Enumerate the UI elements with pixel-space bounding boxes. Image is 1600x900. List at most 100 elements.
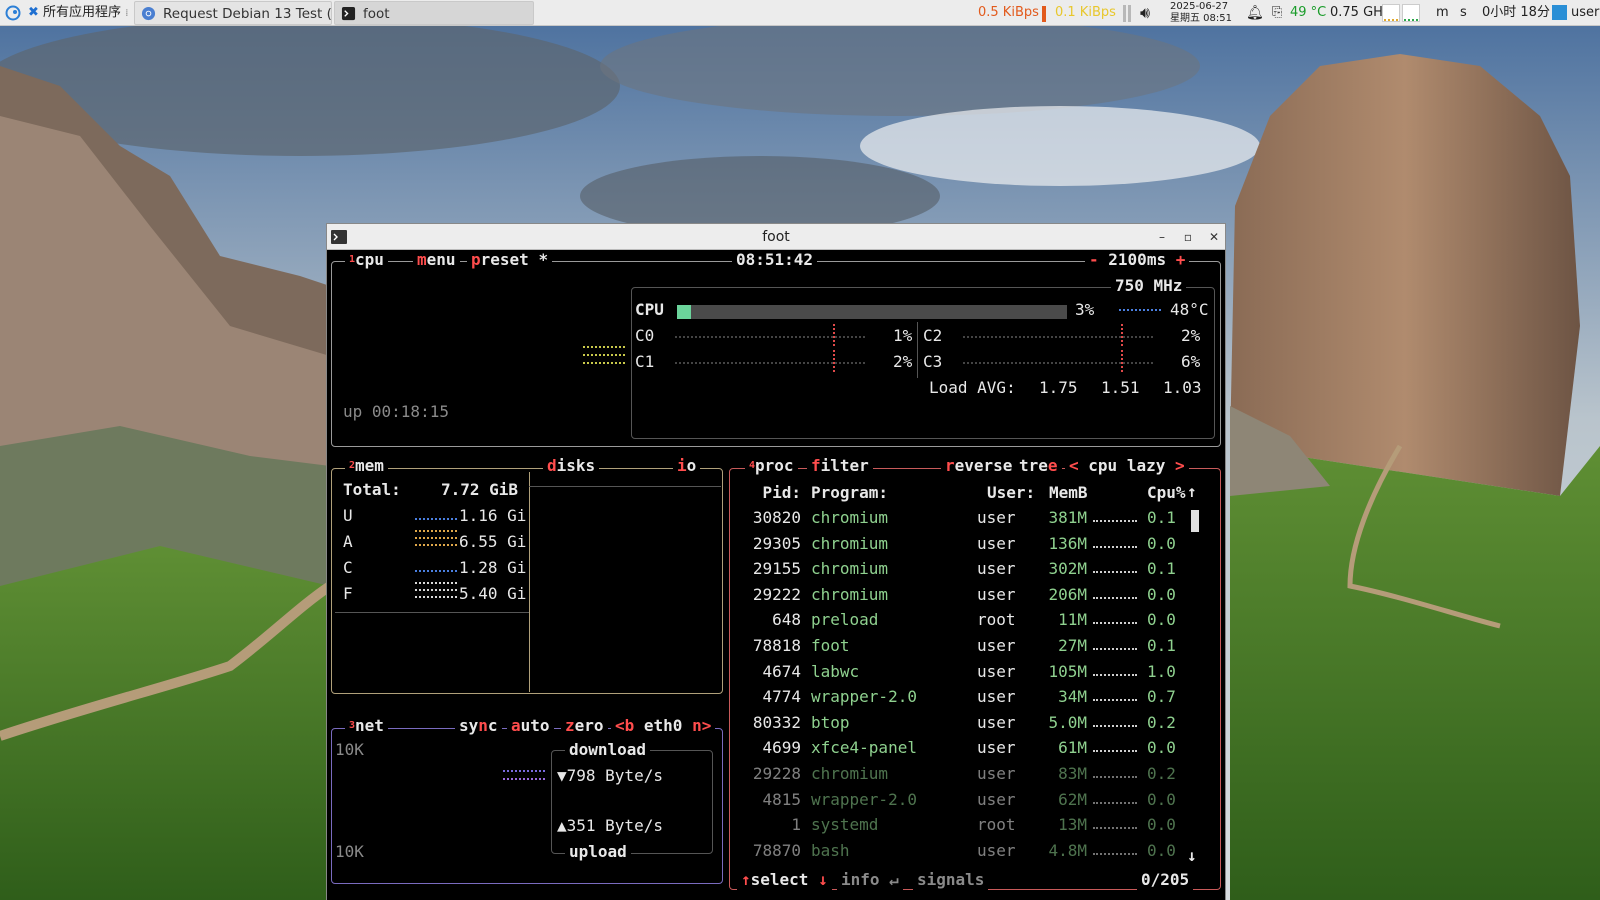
taskbar-item-foot[interactable]: foot [334,1,534,25]
download-rate: ▼798 Byte/s [557,766,663,785]
cpu-temperature: 48°C [1170,300,1209,319]
interface-selector[interactable]: <b eth0 n> [611,716,716,736]
table-row[interactable]: 648 preload root 11M 0.0 [747,607,1207,632]
disks-tab[interactable]: disks [543,456,600,476]
mem-free-graph [415,589,457,591]
interval-increase-button[interactable]: + [1176,250,1186,269]
user-name[interactable]: user [1571,0,1599,26]
core-c1-percent: 2% [893,352,913,371]
interface-next-button[interactable]: n> [692,716,711,735]
proc-box-title[interactable]: 4proc [745,456,798,476]
table-row[interactable]: 80332 btop user 5.0M 0.2 [747,710,1207,735]
table-row[interactable]: 29305 chromium user 136M 0.0 [747,531,1207,556]
taskbar-item-chromium[interactable]: Request Debian 13 Test (… [134,1,332,25]
mem-used-graph [415,518,457,520]
table-row[interactable]: 4774 wrapper-2.0 user 34M 0.7 [747,684,1207,709]
process-count: 0/205 [1137,870,1194,890]
auto-toggle[interactable]: auto [507,716,554,736]
notification-bell-icon[interactable]: 🔔︎ [1246,0,1264,26]
zero-toggle[interactable]: zero [561,716,608,736]
table-row[interactable]: 29155 chromium user 302M 0.1 [747,556,1207,581]
user-cell: user [977,559,1016,579]
signals-action[interactable]: signals [913,870,989,890]
sync-toggle[interactable]: sync [455,716,502,736]
menu-tab[interactable]: menu [413,250,460,270]
mem-cell: 206M [1048,584,1087,604]
interval-decrease-button[interactable]: - [1089,250,1099,269]
program-cell: btop [811,712,850,732]
table-row[interactable]: 4699 xfce4-panel user 61M 0.0 [747,735,1207,760]
table-row[interactable]: 29228 chromium user 83M 0.2 [747,761,1207,786]
io-label: o [686,456,697,475]
mem-available-value: 6.55 Gi [459,532,527,551]
net-graph-separator [1123,0,1133,26]
user-header[interactable]: User: [987,480,1035,505]
program-cell: chromium [811,533,889,553]
indicator-s[interactable]: s [1460,0,1467,26]
close-button[interactable]: ✕ [1203,224,1225,250]
table-row[interactable]: 29222 chromium user 206M 0.0 [747,582,1207,607]
table-row[interactable]: 78818 foot user 27M 0.1 [747,633,1207,658]
disks-label: isks [556,456,596,475]
pid-cell: 4815 [762,789,801,809]
filter-button[interactable]: filter [807,456,873,476]
maximize-button[interactable]: ▫ [1177,224,1199,250]
indicator-m[interactable]: m [1436,0,1449,26]
sync-label-a: sy [459,716,479,735]
cpu-box-tab[interactable]: 1cpu [345,250,388,270]
io-tab[interactable]: io [673,456,701,476]
btop-terminal[interactable]: 1cpu menu preset * 08:51:42 - 2100ms + u… [327,250,1225,900]
net-download-graph [503,770,545,772]
cpu-header[interactable]: Cpu% [1147,480,1186,505]
table-row[interactable]: 4815 wrapper-2.0 user 62M 0.0 [747,787,1207,812]
mem-cell: 34M [1058,687,1087,707]
table-row[interactable]: 1 systemd root 13M 0.0 [747,812,1207,837]
applications-menu-button[interactable]: ✖ 所有应用程序 ⁞ [28,0,128,26]
core-divider [917,322,918,378]
program-cell: bash [811,840,850,860]
table-row[interactable]: 4674 labwc user 105M 1.0 [747,659,1207,684]
cpu-frequency: 750 MHz [1111,276,1187,296]
interval-control[interactable]: - 2100ms + [1085,250,1190,270]
info-label: info [841,870,880,889]
tree-toggle[interactable]: tree [1015,456,1062,476]
scroll-up-arrow[interactable]: ↑ [1187,482,1197,502]
window-titlebar[interactable]: foot – ▫ ✕ [327,224,1225,250]
cpu-mini-graph [1093,571,1137,574]
core-c1-graph [675,362,865,364]
info-action[interactable]: info ↵ [837,870,903,890]
table-row[interactable]: 30820 chromium user 381M 0.1 [747,505,1207,530]
interface-prev-button[interactable]: <b [615,716,634,735]
cpu-cell: 0.1 [1147,636,1176,655]
select-action[interactable]: ↑select ↓ [737,870,832,890]
table-row[interactable]: 78870 bash user 4.8M 0.0 [747,838,1207,863]
debian-menu-icon[interactable] [4,0,22,26]
net-scale-bottom: 10K [335,842,364,861]
user-cell: user [977,712,1016,732]
minimize-button[interactable]: – [1151,224,1173,250]
net-box-title[interactable]: 3net [345,716,388,736]
mem-total-value: 7.72 GiB [441,480,519,499]
upload-label: upload [565,842,631,862]
pid-cell: 29305 [752,533,801,553]
volume-icon[interactable]: 🔊︎ [1140,0,1150,26]
load-avg-5: 1.51 [1101,378,1140,397]
program-header[interactable]: Program: [811,480,888,505]
cpu-load-graph [1382,0,1422,26]
clock[interactable]: 2025-06-27 星期五 08:51 [1170,0,1232,26]
cpu-mini-graph [1093,750,1137,753]
program-cell: chromium [811,584,889,604]
network-status-icon[interactable] [1552,0,1568,26]
preset-tab[interactable]: preset * [467,250,553,270]
clipboard-icon[interactable]: ⎘ [1272,0,1282,26]
mem-header[interactable]: MemB [1049,480,1088,505]
pid-header[interactable]: Pid: [747,480,801,505]
mem-cell: 27M [1058,636,1087,655]
reverse-toggle[interactable]: reverse [941,456,1017,476]
window-title: foot [762,229,790,245]
cpu-cell: 0.0 [1147,584,1176,604]
sort-prev-button[interactable]: < [1069,456,1079,475]
sort-selector[interactable]: < cpu lazy > [1065,456,1189,476]
mem-box-title[interactable]: 2mem [345,456,388,476]
sort-next-button[interactable]: > [1175,456,1185,475]
